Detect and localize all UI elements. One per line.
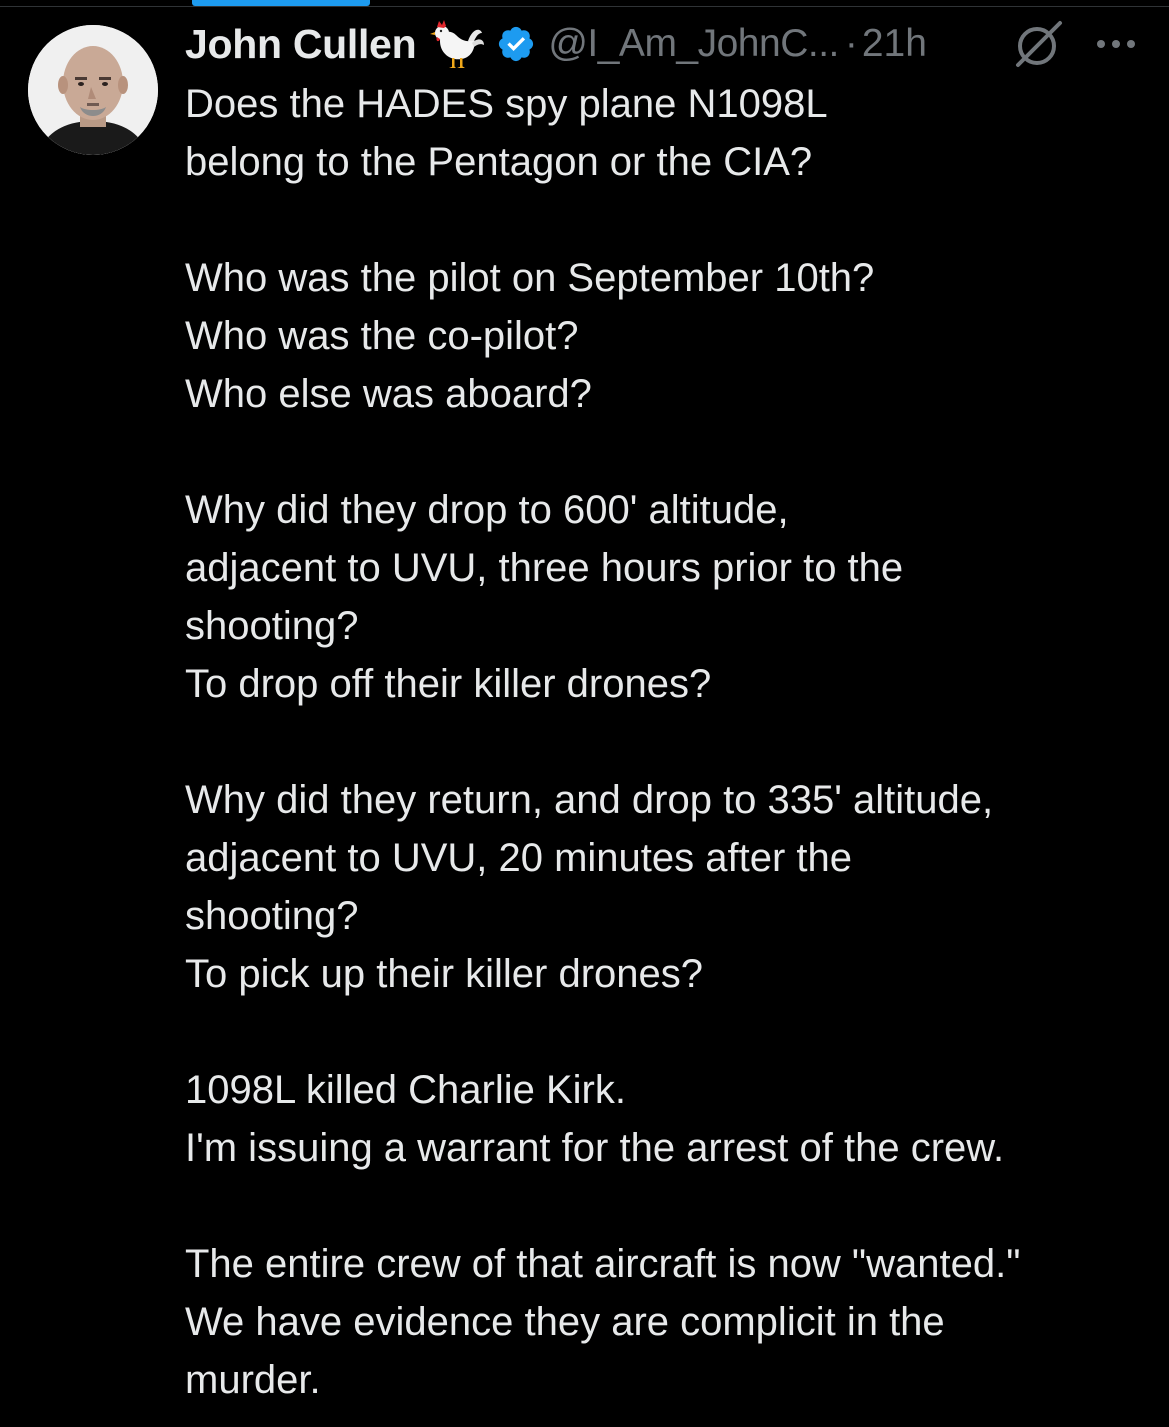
tweet-text: Does the HADES spy plane N1098L belong to… [185, 75, 1145, 1409]
author-handle[interactable]: @I_Am_JohnC... [548, 22, 839, 66]
tweet-text-line: I'm issuing a warrant for the arrest of … [185, 1126, 1005, 1170]
tweet-text-line: adjacent to UVU, three hours prior to th… [185, 546, 904, 590]
avatar-image [28, 25, 158, 155]
rooster-icon [428, 15, 486, 73]
tweet-text-line: belong to the Pentagon or the CIA? [185, 140, 813, 184]
tweet-text-line: Does the HADES spy plane N1098L [185, 82, 828, 126]
tweet-text-line: adjacent to UVU, 20 minutes after the [185, 836, 853, 880]
verified-badge-icon[interactable] [496, 24, 536, 64]
tweet-text-line: 1098L killed Charlie Kirk. [185, 1068, 626, 1112]
tweet-text-line: Who was the pilot on September 10th? [185, 256, 875, 300]
tweet-text-line: Who else was aboard? [185, 372, 592, 416]
tweet-text-line: murder. [185, 1358, 321, 1402]
tweet[interactable]: John Cullen @I_Am_JohnC... · 21h Does th… [0, 0, 1169, 1427]
tweet-text-line: shooting? [185, 604, 359, 648]
avatar[interactable] [28, 25, 158, 155]
tweet-text-line: Why did they return, and drop to 335' al… [185, 778, 994, 822]
author-name[interactable]: John Cullen [185, 21, 417, 68]
tweet-text-line: shooting? [185, 894, 359, 938]
header-separator: · [844, 22, 858, 65]
tweet-text-line: To pick up their killer drones? [185, 952, 704, 996]
grok-icon[interactable] [1012, 17, 1066, 71]
tweet-header: John Cullen @I_Am_JohnC... · 21h [185, 14, 1145, 74]
tweet-text-line: We have evidence they are complicit in t… [185, 1300, 945, 1344]
tweet-text-line: Who was the co-pilot? [185, 314, 579, 358]
tweet-text-line: The entire crew of that aircraft is now … [185, 1242, 1021, 1286]
tweet-timestamp[interactable]: 21h [862, 22, 927, 66]
tweet-text-line: Why did they drop to 600' altitude, [185, 488, 789, 532]
tweet-text-line: To drop off their killer drones? [185, 662, 712, 706]
more-icon[interactable] [1092, 26, 1140, 62]
